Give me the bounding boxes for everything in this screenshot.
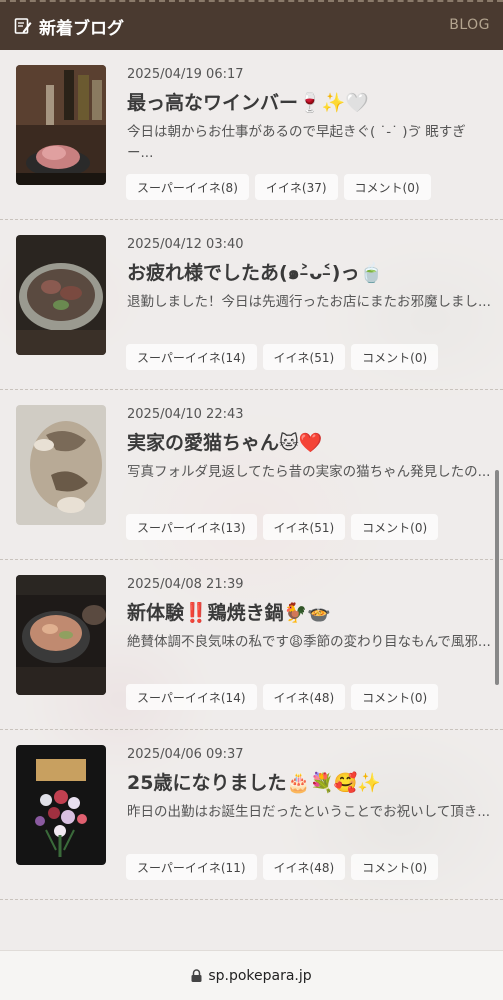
post-excerpt: 絶賛体調不良気味の私です😩季節の変わり目なもんで風邪... — [127, 634, 491, 650]
post-excerpt: 写真フォルダ見返してたら昔の実家の猫ちゃん発見したの... — [127, 464, 491, 480]
post-actions: スーパーイイネ(11) イイネ(48) コメント(0) — [126, 854, 439, 880]
blog-header: 新着ブログ BLOG — [0, 0, 503, 50]
post-excerpt: 今日は朝からお仕事があるので早起きぐ( ˙-˙ )ゔ 眠すぎー... — [127, 124, 466, 161]
like-button[interactable]: イイネ(48) — [262, 684, 346, 710]
browser-address-bar[interactable]: sp.pokepara.jp — [0, 950, 503, 1000]
post-date: 2025/04/19 06:17 — [127, 67, 244, 82]
blog-post-list: 2025/04/19 06:17 最っ高なワインバー🍷✨🤍 今日は朝からお仕事が… — [0, 50, 503, 900]
post-thumbnail[interactable] — [16, 575, 106, 695]
post-excerpt: 退勤しました！今日は先週行ったお店にまたお邪魔しまし... — [127, 294, 491, 310]
post-actions: スーパーイイネ(13) イイネ(51) コメント(0) — [126, 514, 439, 540]
like-button[interactable]: イイネ(51) — [262, 514, 346, 540]
post-title[interactable]: 実家の愛猫ちゃん🐱❤️ — [127, 428, 497, 455]
post-thumbnail[interactable] — [16, 405, 106, 525]
post-date: 2025/04/08 21:39 — [127, 577, 244, 592]
blog-post-item[interactable]: 2025/04/19 06:17 最っ高なワインバー🍷✨🤍 今日は朝からお仕事が… — [0, 50, 503, 220]
memo-icon — [14, 17, 32, 35]
like-button[interactable]: イイネ(37) — [254, 174, 338, 200]
super-like-button[interactable]: スーパーイイネ(11) — [126, 854, 257, 880]
comment-button[interactable]: コメント(0) — [343, 174, 431, 200]
post-date: 2025/04/12 03:40 — [127, 237, 244, 252]
post-date: 2025/04/10 22:43 — [127, 407, 244, 422]
scrollbar[interactable] — [495, 470, 499, 685]
lock-icon — [191, 969, 202, 982]
super-like-button[interactable]: スーパーイイネ(8) — [126, 174, 249, 200]
blog-link[interactable]: BLOG — [449, 17, 490, 33]
blog-post-item[interactable]: 2025/04/10 22:43 実家の愛猫ちゃん🐱❤️ 写真フォルダ見返してた… — [0, 390, 503, 560]
super-like-button[interactable]: スーパーイイネ(13) — [126, 514, 257, 540]
like-button[interactable]: イイネ(51) — [262, 344, 346, 370]
post-title[interactable]: 新体験‼️鶏焼き鍋🐓🍲 — [127, 598, 497, 625]
comment-button[interactable]: コメント(0) — [351, 344, 439, 370]
post-title[interactable]: お疲れ様でしたあ(๑˃̵ᴗ˂̵)っ🍵 — [127, 258, 497, 288]
comment-button[interactable]: コメント(0) — [351, 514, 439, 540]
post-excerpt: 昨日の出勤はお誕生日だったということでお祝いして頂き... — [127, 804, 491, 820]
super-like-button[interactable]: スーパーイイネ(14) — [126, 684, 257, 710]
post-thumbnail[interactable] — [16, 745, 106, 865]
post-title[interactable]: 25歳になりました🎂💐🥰✨ — [127, 768, 497, 795]
blog-post-item[interactable]: 2025/04/12 03:40 お疲れ様でしたあ(๑˃̵ᴗ˂̵)っ🍵 退勤しま… — [0, 220, 503, 390]
page-title: 新着ブログ — [39, 18, 124, 39]
post-thumbnail[interactable] — [16, 235, 106, 355]
post-actions: スーパーイイネ(8) イイネ(37) コメント(0) — [126, 174, 431, 200]
comment-button[interactable]: コメント(0) — [351, 854, 439, 880]
blog-post-item[interactable]: 2025/04/08 21:39 新体験‼️鶏焼き鍋🐓🍲 絶賛体調不良気味の私で… — [0, 560, 503, 730]
url-text: sp.pokepara.jp — [208, 967, 312, 984]
super-like-button[interactable]: スーパーイイネ(14) — [126, 344, 257, 370]
like-button[interactable]: イイネ(48) — [262, 854, 346, 880]
post-actions: スーパーイイネ(14) イイネ(48) コメント(0) — [126, 684, 439, 710]
post-actions: スーパーイイネ(14) イイネ(51) コメント(0) — [126, 344, 439, 370]
blog-post-item[interactable]: 2025/04/06 09:37 25歳になりました🎂💐🥰✨ 昨日の出勤はお誕生… — [0, 730, 503, 900]
post-date: 2025/04/06 09:37 — [127, 747, 244, 762]
comment-button[interactable]: コメント(0) — [351, 684, 439, 710]
post-thumbnail[interactable] — [16, 65, 106, 185]
post-title[interactable]: 最っ高なワインバー🍷✨🤍 — [127, 88, 497, 115]
